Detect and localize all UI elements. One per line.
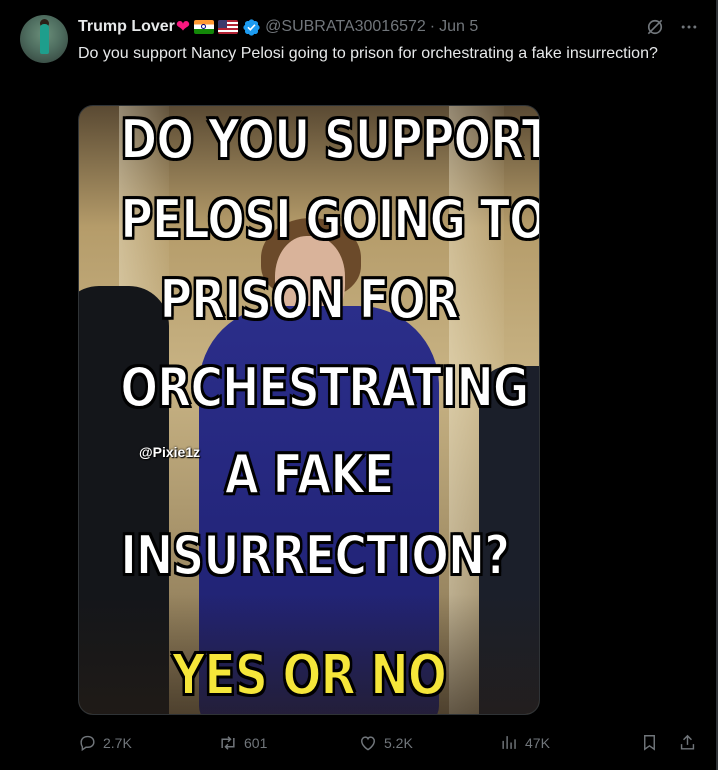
- tweet-image[interactable]: DO YOU SUPPORT PELOSI GOING TO PRISON FO…: [78, 105, 540, 715]
- bookmark-button[interactable]: [640, 733, 659, 752]
- heart-emoji-icon: ❤: [175, 17, 191, 36]
- like-count: 5.2K: [384, 735, 413, 751]
- retweet-count: 601: [244, 735, 268, 751]
- separator-dot: ·: [429, 18, 436, 35]
- meme-cta: YES OR NO: [171, 643, 448, 709]
- heart-icon: [360, 736, 376, 751]
- like-button[interactable]: 5.2K: [358, 733, 413, 753]
- views-chart-icon: [502, 736, 516, 749]
- meme-line-4: ORCHESTRATING: [120, 355, 530, 420]
- tweet-card[interactable]: Trump Lover ❤ @SUBRATA30016572 · Jun 5 D…: [0, 0, 718, 770]
- usa-flag-icon: [218, 20, 239, 34]
- image-watermark: @Pixie1z: [139, 444, 201, 460]
- views-button[interactable]: 47K: [500, 733, 550, 752]
- author-handle[interactable]: @SUBRATA30016572: [265, 18, 426, 36]
- grok-icon[interactable]: [645, 17, 665, 37]
- bookmark-icon: [644, 735, 655, 751]
- tweet-header: Trump Lover ❤ @SUBRATA30016572 · Jun 5: [78, 16, 478, 38]
- retweet-button[interactable]: 601: [218, 733, 267, 753]
- top-icons: [645, 17, 699, 37]
- tweet-text: Do you support Nancy Pelosi going to pri…: [78, 45, 658, 62]
- tweet-date[interactable]: Jun 5: [439, 18, 478, 36]
- retweet-icon: [221, 736, 235, 750]
- meme-line-6: INSURRECTION?: [120, 523, 511, 588]
- author-name[interactable]: Trump Lover: [78, 18, 175, 36]
- action-bar: 2.7K 601 5.2K 47K: [78, 733, 702, 755]
- india-flag-icon: [194, 20, 215, 34]
- share-icon: [680, 734, 695, 750]
- share-button[interactable]: [678, 733, 697, 752]
- reply-count: 2.7K: [103, 734, 132, 751]
- meme-line-1: DO YOU SUPPORT: [120, 107, 540, 172]
- more-options-icon[interactable]: [679, 17, 699, 37]
- avatar[interactable]: [20, 15, 68, 63]
- reply-button[interactable]: 2.7K: [78, 733, 132, 752]
- meme-line-2: PELOSI GOING TO: [120, 187, 540, 252]
- views-count: 47K: [525, 734, 550, 751]
- meme-line-3: PRISON FOR: [159, 267, 460, 332]
- verified-badge-icon[interactable]: [242, 18, 261, 37]
- reply-icon: [80, 735, 95, 752]
